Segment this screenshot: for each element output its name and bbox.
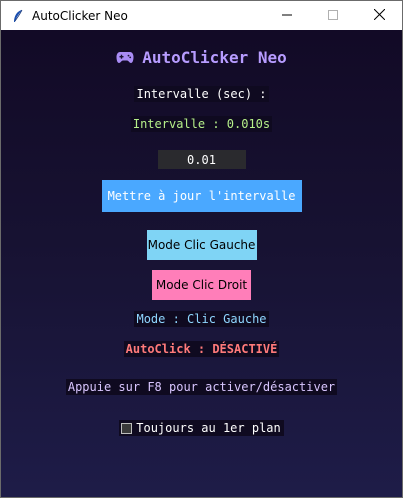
left-click-row: Mode Clic Gauche — [1, 230, 402, 260]
app-window: AutoClicker Neo AutoClicker Neo Interval… — [0, 0, 403, 498]
minimize-button[interactable] — [264, 1, 310, 30]
app-title: AutoClicker Neo — [142, 47, 287, 67]
interval-display-row: Intervalle : 0.010s — [1, 115, 402, 133]
close-button[interactable] — [356, 1, 402, 30]
update-interval-button[interactable]: Mettre à jour l'intervalle — [101, 180, 302, 212]
close-icon — [373, 8, 385, 23]
autoclick-status-row: AutoClick : DÉSACTIVÉ — [1, 340, 402, 358]
interval-input-row — [1, 150, 402, 169]
always-on-top-control[interactable]: Toujours au 1er plan — [119, 420, 284, 436]
feather-icon — [11, 9, 25, 23]
autoclick-status: AutoClick : DÉSACTIVÉ — [123, 341, 280, 357]
maximize-icon — [328, 9, 338, 23]
app-header: AutoClicker Neo — [1, 46, 402, 68]
always-on-top-label: Toujours au 1er plan — [136, 421, 281, 435]
always-on-top-checkbox[interactable] — [121, 422, 133, 434]
hint-row: Appuie sur F8 pour activer/désactiver — [1, 378, 402, 396]
gamepad-icon — [116, 50, 134, 64]
maximize-button[interactable] — [310, 1, 356, 30]
right-click-mode-button[interactable]: Mode Clic Droit — [152, 270, 251, 300]
hotkey-hint: Appuie sur F8 pour activer/désactiver — [65, 379, 338, 395]
left-click-mode-button[interactable]: Mode Clic Gauche — [146, 230, 257, 260]
window-title: AutoClicker Neo — [32, 8, 128, 23]
mode-status: Mode : Clic Gauche — [134, 311, 269, 327]
update-button-row: Mettre à jour l'intervalle — [1, 180, 402, 212]
mode-status-row: Mode : Clic Gauche — [1, 310, 402, 328]
interval-display: Intervalle : 0.010s — [130, 116, 273, 132]
minimize-icon — [282, 9, 292, 23]
interval-label-row: Intervalle (sec) : — [1, 85, 402, 103]
always-on-top-row: Toujours au 1er plan — [1, 419, 402, 437]
app-content: AutoClicker Neo Intervalle (sec) : Inter… — [1, 30, 402, 497]
interval-input[interactable] — [157, 150, 246, 169]
right-click-row: Mode Clic Droit — [1, 270, 402, 300]
interval-label: Intervalle (sec) : — [134, 86, 269, 102]
title-bar: AutoClicker Neo — [1, 1, 402, 30]
